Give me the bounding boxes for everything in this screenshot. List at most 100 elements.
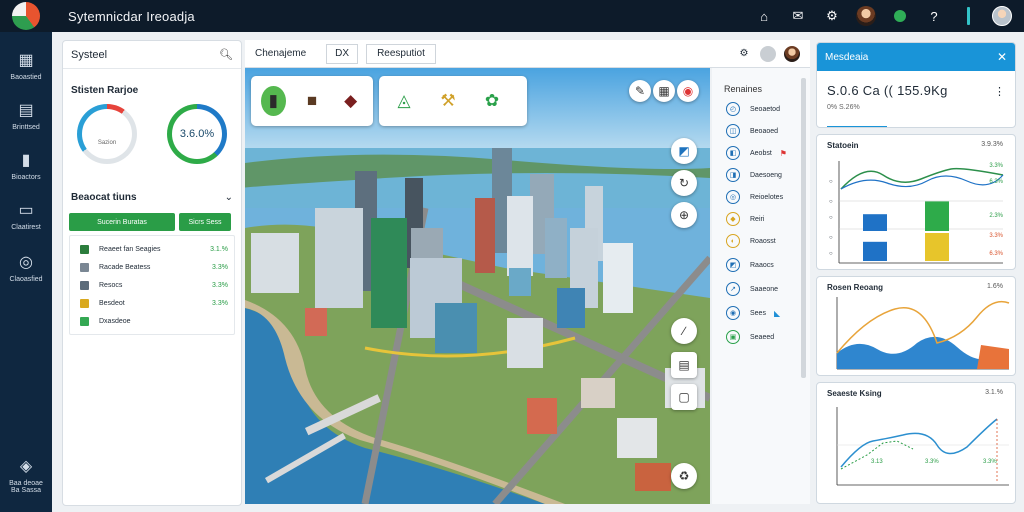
home-icon[interactable]: ⌂	[752, 4, 776, 28]
tab-1[interactable]: Chenajeme	[245, 44, 316, 64]
layer-item[interactable]: ◆ Reiri	[726, 212, 764, 226]
more-icon[interactable]: ⋮	[994, 85, 1005, 98]
pyramid-tool-icon[interactable]: ◬	[389, 86, 419, 116]
layer-item[interactable]: ◩ Raaocs	[726, 258, 774, 272]
value-label: 3.13	[871, 459, 883, 465]
list-item[interactable]: Dxasdeoe	[70, 312, 234, 330]
list-section-header[interactable]: Beaocat tiuns ⌄	[71, 192, 233, 203]
gauge-1-label: Sazion	[97, 140, 117, 146]
alert-map-icon[interactable]: ◉	[677, 80, 699, 102]
layer-icon: ◎	[726, 190, 740, 204]
metric-sub: 0% S.26%	[827, 104, 860, 111]
eco-tool-icon[interactable]: ✿	[477, 86, 507, 116]
calendar-map-icon[interactable]: ▦	[653, 80, 675, 102]
primary-filter-button[interactable]: Sucerin Buratas	[69, 213, 175, 231]
frame-map-button[interactable]: ▢	[671, 384, 697, 410]
profile-avatar[interactable]	[990, 4, 1014, 28]
list-item[interactable]: Resocs 3.3%	[70, 276, 234, 294]
chevron-down-icon[interactable]: ⌄	[225, 192, 233, 203]
stat-card-3: Seaeste Ksing 3.1.% 3.13 3.3% 3.3%	[816, 382, 1016, 504]
sidebar-item-1[interactable]: ▦ Baoastied	[0, 52, 52, 81]
box-tool-icon[interactable]: ■	[300, 86, 325, 116]
tab-2[interactable]: DX	[326, 43, 359, 64]
value-label: 6.3%	[989, 179, 1003, 185]
layer-icon: ◧	[726, 146, 740, 160]
layer-icon: ◆	[726, 212, 740, 226]
list-item-icon	[80, 262, 89, 272]
toggle-icon[interactable]	[760, 45, 776, 62]
document-icon: ▭	[18, 202, 34, 219]
layer-icon: ◫	[726, 124, 740, 138]
edit-map-icon[interactable]: ✎	[629, 80, 651, 102]
clipboard-icon: ▤	[18, 102, 34, 119]
list-item[interactable]: Racade Beatess 3.3%	[70, 258, 234, 276]
rotate-map-button[interactable]: ↻	[671, 170, 697, 196]
layer-item[interactable]: ↗ Saaeone	[726, 282, 778, 296]
metric-slider[interactable]	[827, 126, 887, 127]
zoom-map-button[interactable]: ⊕	[671, 202, 697, 228]
value-label: 3.3%	[989, 163, 1003, 169]
list-item-icon	[80, 298, 89, 308]
gauge-2-value: 3.6.0%	[172, 109, 222, 159]
left-panel-header: Systeel 🔍︎	[63, 41, 241, 69]
sidebar-item-2[interactable]: ▤ Brinttsed	[0, 102, 52, 131]
sidebar-item-3[interactable]: ▮ Bioactors	[0, 152, 52, 181]
value-label: 3.3%	[925, 459, 939, 465]
button-row: Sucerin Buratas Sicrs Sess	[69, 213, 233, 231]
app-title: Sytemnicdar Ireoadja	[68, 8, 195, 24]
divider-bar	[956, 4, 980, 28]
print-map-button[interactable]: ▤	[671, 352, 697, 378]
layers-scrollbar[interactable]	[801, 78, 806, 378]
list-section-title: Beaocat tiuns	[71, 192, 137, 203]
map-tool-card-1: ▮ ■ ◆	[251, 76, 373, 126]
bar-C	[863, 241, 887, 261]
layer-item[interactable]: ◐ Roaosst	[726, 234, 776, 248]
crane-tool-icon[interactable]: ⚒	[433, 86, 463, 116]
camera-icon[interactable]: ⚙	[736, 46, 752, 62]
layer-item[interactable]: ◎ Reioelotes	[726, 190, 783, 204]
list-item-icon	[80, 316, 89, 326]
left-panel-title: Systeel	[71, 48, 108, 61]
city-map[interactable]: ▮ ■ ◆ ◬ ⚒ ✿ ✎ ▦ ◉ ◩ ↻ ⊕ ∕ ▤ ▢ ♻	[245, 68, 710, 504]
search-icon[interactable]: 🔍︎	[219, 48, 233, 61]
layer-item[interactable]: ◫ Beoaoed	[726, 124, 778, 138]
layer-item[interactable]: ◴ Seoaetod	[726, 102, 780, 116]
layer-item[interactable]: ◉ Sees ◣	[726, 306, 780, 320]
axis-tick: ○	[829, 215, 833, 221]
axis-tick: ○	[829, 235, 833, 241]
sidebar-item-4[interactable]: ▭ Claatirest	[0, 202, 52, 231]
sidebar: ▦ Baoastied ▤ Brinttsed ▮ Bioactors ▭ Cl…	[0, 32, 52, 512]
people-icon: ◎	[19, 254, 33, 271]
status-dot-icon[interactable]	[888, 4, 912, 28]
close-icon[interactable]: ✕	[997, 50, 1007, 64]
metric-value: S.0.6 Ca (( 155.9Kg	[827, 83, 948, 98]
layers-map-button[interactable]: ◩	[671, 138, 697, 164]
user-avatar-small[interactable]	[784, 45, 800, 62]
left-list: Reaeet fan Seagies 3.1.% Racade Beatess …	[69, 235, 235, 335]
sidebar-item-6[interactable]: ◈ Baa deoae Ba Sassa	[0, 458, 52, 494]
stat-card-2-chart	[836, 297, 1010, 370]
measure-map-button[interactable]: ∕	[671, 318, 697, 344]
bar-D	[925, 233, 949, 261]
bar-A	[863, 214, 887, 231]
recycle-map-button[interactable]: ♻	[671, 463, 697, 489]
list-item[interactable]: Reaeet fan Seagies 3.1.%	[70, 240, 234, 258]
building-tool-icon[interactable]: ▮	[261, 86, 286, 116]
layer-icon: ▣	[726, 330, 740, 344]
help-icon[interactable]: ?	[922, 4, 946, 28]
tab-3[interactable]: Reesputiot	[366, 43, 436, 64]
sidebar-item-5[interactable]: ◎ Claoasfied	[0, 254, 52, 283]
secondary-filter-button[interactable]: Sicrs Sess	[179, 213, 231, 231]
cube-tool-icon[interactable]: ◆	[338, 86, 363, 116]
settings-icon[interactable]: ⚙	[820, 4, 844, 28]
map-header-icons: ⚙	[736, 45, 800, 62]
layer-icon: ◴	[726, 102, 740, 116]
layer-icon: ↗	[726, 282, 740, 296]
list-item[interactable]: Besdeot 3.3%	[70, 294, 234, 312]
layer-item[interactable]: ▣ Seaeed	[726, 330, 774, 344]
chat-icon[interactable]: ✉	[786, 4, 810, 28]
layer-item[interactable]: ◧ Aeobst ⚑	[726, 146, 787, 160]
metric-card-header: Mesdeaia ✕	[817, 43, 1015, 71]
layer-item[interactable]: ◨ Daesoeng	[726, 168, 782, 182]
user-avatar[interactable]	[854, 4, 878, 28]
